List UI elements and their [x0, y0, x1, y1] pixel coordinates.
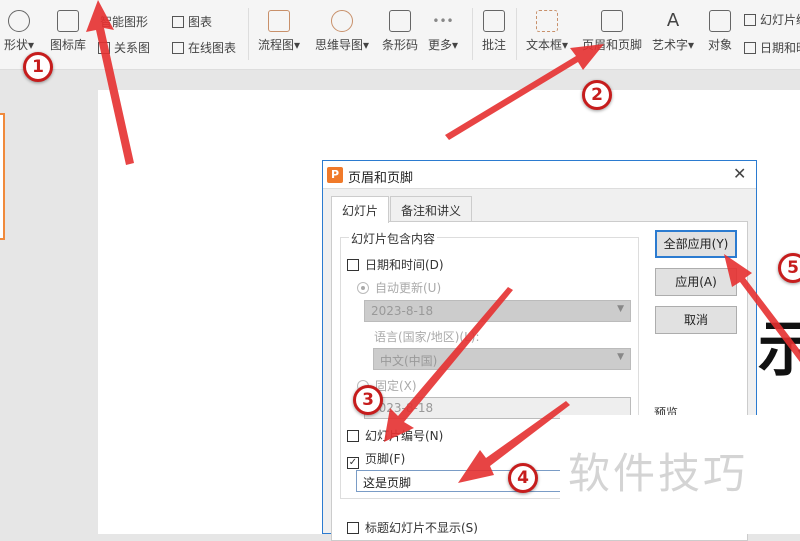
slide-number-checkbox-label: 幻灯片编号(N)	[365, 429, 444, 443]
mindmap-icon	[331, 10, 354, 32]
chart-label: 图表	[188, 15, 213, 29]
flowchart-label: 流程图	[258, 38, 295, 52]
apply-button[interactable]: 应用(A)	[655, 268, 737, 296]
footer-text-value: 这是页脚	[363, 476, 412, 490]
more-icon: •••	[432, 14, 454, 28]
icon-library-label: 图标库	[50, 38, 87, 52]
relation-chart-button[interactable]: 关系图	[98, 39, 150, 56]
cancel-button[interactable]: 取消	[655, 306, 737, 334]
smart-art-button[interactable]: 智能图形	[100, 13, 148, 30]
chart-button[interactable]: 图表	[172, 13, 212, 30]
icon-library-button[interactable]: 图标库	[50, 10, 86, 53]
comment-icon	[483, 10, 505, 32]
header-footer-button[interactable]: 页眉和页脚	[582, 10, 642, 53]
flowchart-icon	[268, 10, 291, 32]
icon-library-icon	[57, 10, 79, 32]
step-badge-2: 2	[582, 80, 612, 110]
apply-all-button[interactable]: 全部应用(Y)	[655, 230, 737, 258]
date-time-button[interactable]: 日期和时	[744, 39, 800, 56]
auto-update-label: 自动更新(U)	[375, 281, 442, 295]
group-label: 幻灯片包含内容	[349, 230, 438, 247]
online-chart-button[interactable]: 在线图表	[172, 39, 236, 56]
auto-date-value: 2023-8-18	[371, 304, 434, 318]
more-button[interactable]: ••• 更多▾	[428, 10, 458, 53]
slide-number-icon	[744, 14, 756, 26]
step-badge-1: 1	[23, 52, 53, 82]
step-badge-4: 4	[508, 463, 538, 493]
checkbox-box	[347, 522, 359, 534]
header-footer-icon	[601, 10, 623, 32]
dialog-titlebar[interactable]: P 页眉和页脚 ✕	[323, 161, 756, 189]
online-chart-icon	[172, 42, 184, 54]
object-button[interactable]: 对象	[708, 10, 732, 53]
slide-number-button[interactable]: 幻灯片编	[744, 11, 800, 28]
hide-on-title-label: 标题幻灯片不显示(S)	[365, 521, 478, 535]
step-badge-5: 5	[778, 253, 800, 283]
ribbon-toolbar: 形状▾ 图标库 智能图形 图表 关系图 在线图表 流程图▾ 思维导图▾ 条形码 …	[0, 0, 800, 70]
divider	[248, 8, 249, 60]
comment-button[interactable]: 批注	[482, 10, 506, 53]
textbox-label: 文本框	[526, 38, 563, 52]
wordart-icon: A	[666, 10, 680, 31]
flowchart-button[interactable]: 流程图▾	[258, 10, 300, 53]
barcode-icon	[389, 10, 411, 32]
mindmap-label: 思维导图	[315, 38, 364, 52]
chevron-down-icon: ▼	[617, 304, 624, 314]
fixed-label: 固定(X)	[375, 379, 417, 393]
close-icon[interactable]: ✕	[733, 164, 746, 183]
textbox-button[interactable]: 文本框▾	[526, 10, 568, 53]
radio-dot	[357, 282, 369, 294]
tab-notes-handouts[interactable]: 备注和讲义	[390, 196, 473, 221]
barcode-button[interactable]: 条形码	[382, 10, 418, 53]
shape-icon	[8, 10, 31, 32]
language-select[interactable]: 中文(中国) ▼	[373, 348, 631, 370]
relation-icon	[98, 42, 110, 54]
chevron-down-icon: ▼	[617, 352, 624, 362]
shape-button[interactable]: 形状▾	[4, 10, 34, 53]
checkbox-box	[347, 430, 359, 442]
shape-label: 形状	[4, 38, 29, 52]
dialog-title: 页眉和页脚	[348, 171, 414, 186]
slide-number-label: 幻灯片编	[760, 13, 800, 27]
date-time-checkbox-label: 日期和时间(D)	[365, 258, 444, 272]
language-value: 中文(中国)	[380, 354, 438, 368]
online-chart-label: 在线图表	[188, 41, 237, 55]
checkbox-box	[347, 259, 359, 271]
textbox-icon	[536, 10, 559, 32]
date-time-label: 日期和时	[760, 41, 800, 55]
divider	[516, 8, 517, 60]
divider	[472, 8, 473, 60]
auto-date-select[interactable]: 2023-8-18 ▼	[364, 300, 631, 322]
slide-number-checkbox[interactable]: 幻灯片编号(N)	[347, 427, 443, 444]
comment-label: 批注	[482, 38, 507, 52]
wordart-button[interactable]: A 艺术字▾	[652, 10, 694, 53]
slide-thumbnail[interactable]	[0, 113, 5, 240]
mindmap-button[interactable]: 思维导图▾	[315, 10, 369, 53]
tab-slide[interactable]: 幻灯片	[331, 196, 390, 223]
calendar-icon	[744, 42, 756, 54]
object-label: 对象	[708, 38, 733, 52]
object-icon	[709, 10, 731, 32]
relation-label: 关系图	[114, 41, 151, 55]
date-time-checkbox[interactable]: 日期和时间(D)	[347, 256, 444, 273]
watermark-text: 软件技巧	[568, 449, 749, 498]
slide-text-fragment: 示	[758, 315, 800, 385]
step-badge-3: 3	[353, 385, 383, 415]
barcode-label: 条形码	[382, 38, 419, 52]
smart-art-label: 智能图形	[100, 15, 149, 29]
footer-checkbox-label: 页脚(F)	[365, 452, 406, 466]
chart-icon	[172, 16, 184, 28]
footer-checkbox[interactable]: ✓ 页脚(F)	[347, 450, 405, 469]
app-icon: P	[327, 167, 343, 183]
auto-update-radio[interactable]: 自动更新(U)	[357, 279, 441, 296]
language-label: 语言(国家/地区)(L):	[374, 330, 480, 344]
hide-on-title-checkbox[interactable]: 标题幻灯片不显示(S)	[347, 519, 478, 536]
checkmark-icon: ✓	[347, 457, 359, 469]
header-footer-label: 页眉和页脚	[582, 38, 643, 52]
more-label: 更多	[428, 38, 453, 52]
wordart-label: 艺术字	[652, 38, 689, 52]
